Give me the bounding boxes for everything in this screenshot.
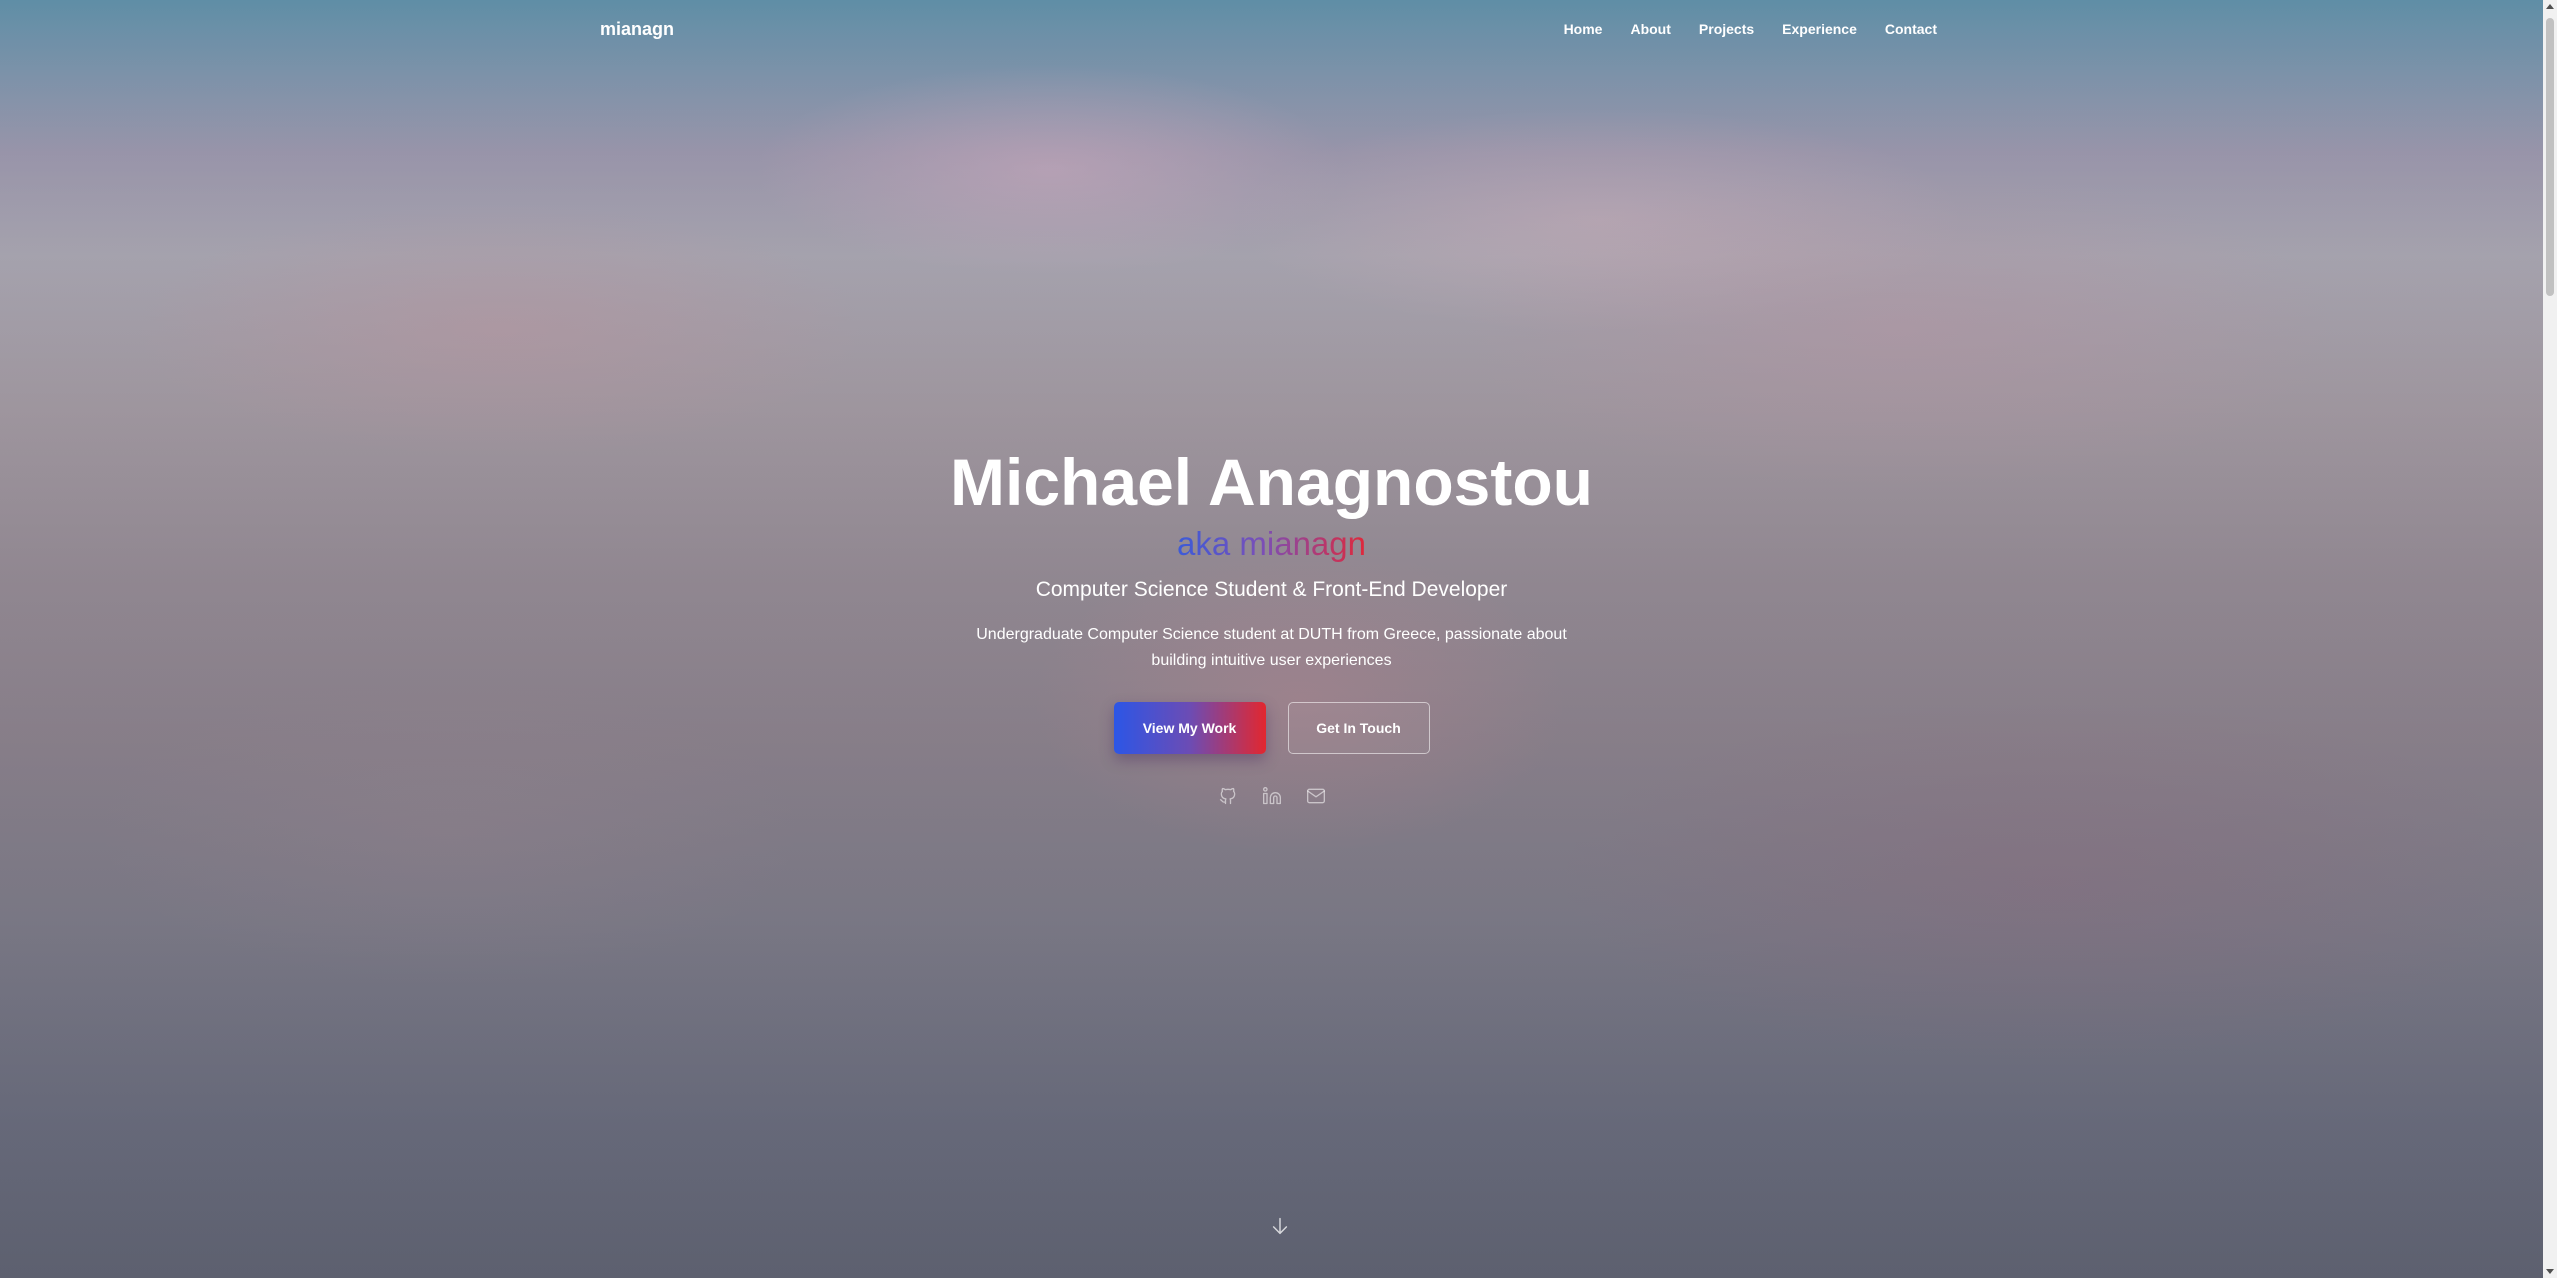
nav-link-home[interactable]: Home xyxy=(1564,21,1603,37)
scroll-down-arrow-icon[interactable] xyxy=(2546,1269,2554,1274)
nav-link-about[interactable]: About xyxy=(1630,21,1670,37)
nav-links: Home About Projects Experience Contact xyxy=(1564,21,1937,37)
scrollbar-thumb[interactable] xyxy=(2546,18,2554,296)
hero-name: Michael Anagnostou xyxy=(950,445,1593,519)
site-logo[interactable]: mianagn xyxy=(600,19,674,40)
arrow-down-icon[interactable] xyxy=(1269,1215,1291,1237)
github-icon[interactable] xyxy=(1216,784,1240,808)
nav-link-experience[interactable]: Experience xyxy=(1782,21,1857,37)
hero-buttons: View My Work Get In Touch xyxy=(0,702,2543,754)
mail-icon[interactable] xyxy=(1304,784,1328,808)
linkedin-icon[interactable] xyxy=(1260,784,1284,808)
vertical-scrollbar[interactable] xyxy=(2543,0,2557,1278)
hero-aka: aka mianagn xyxy=(1177,525,1366,562)
social-links xyxy=(0,784,2543,808)
view-my-work-button[interactable]: View My Work xyxy=(1113,702,1266,754)
get-in-touch-button[interactable]: Get In Touch xyxy=(1287,702,1430,754)
hero-subtitle: Computer Science Student & Front-End Dev… xyxy=(1035,578,1508,601)
nav-link-projects[interactable]: Projects xyxy=(1699,21,1754,37)
hero-description: Undergraduate Computer Science student a… xyxy=(976,626,1567,669)
nav-link-contact[interactable]: Contact xyxy=(1885,21,1937,37)
page: mianagn Home About Projects Experience C… xyxy=(0,0,2557,1278)
top-navbar: mianagn Home About Projects Experience C… xyxy=(0,0,2543,58)
hero-section: Michael Anagnostou aka mianagn Computer … xyxy=(0,440,2543,808)
scroll-up-arrow-icon[interactable] xyxy=(2546,4,2554,9)
